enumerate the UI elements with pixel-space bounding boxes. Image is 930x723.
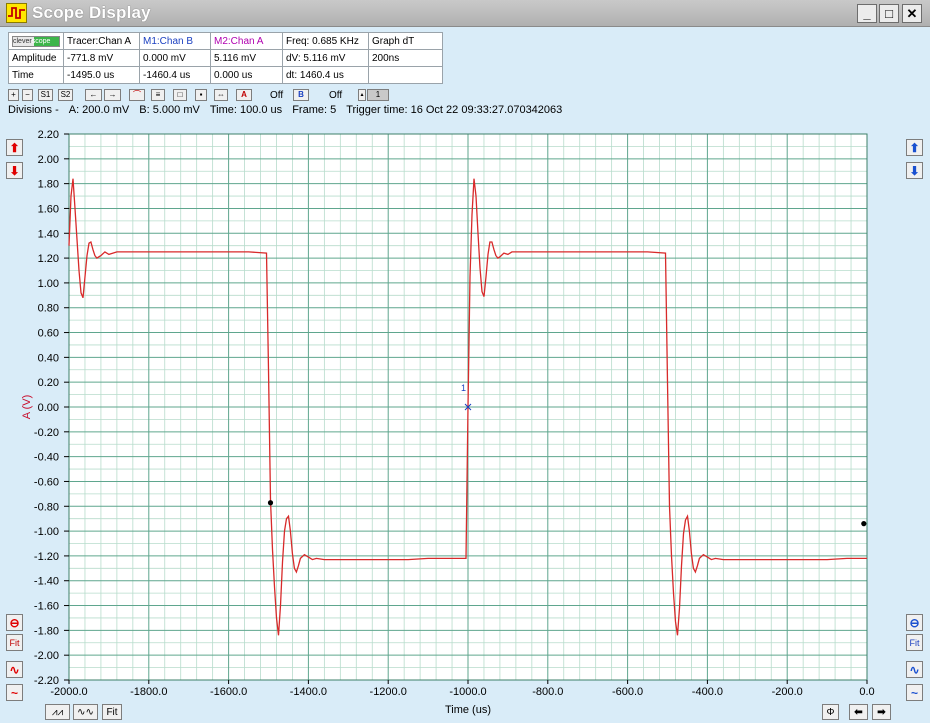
x-axis-ticks: -2000.0 -1800.0 -1600.0 -1400.0 -1200.0 -1000… <box>50 680 875 698</box>
expand-wave-icon[interactable]: ∿∿ <box>73 704 98 720</box>
channel-a-offset-icon[interactable]: ⊖ <box>6 614 23 631</box>
y-tick-label: -0.40 <box>34 452 59 464</box>
y-tick-label: 0.20 <box>38 377 59 389</box>
x-tick-label: -2000.0 <box>50 686 87 698</box>
channel-b-wave-icon[interactable]: ~ <box>906 684 923 701</box>
channel-a-up-arrow-icon[interactable]: ⬆ <box>6 139 23 156</box>
y-tick-label: -0.60 <box>34 476 59 488</box>
x-tick-label: -800.0 <box>532 686 563 698</box>
y-tick-label: -1.40 <box>34 576 59 588</box>
phase-icon[interactable]: Φ <box>822 704 839 720</box>
y-tick-label: -1.60 <box>34 601 59 613</box>
channel-a-sine-icon[interactable]: ∿ <box>6 661 23 678</box>
y-tick-label: -1.80 <box>34 625 59 637</box>
x-tick-label: -600.0 <box>612 686 643 698</box>
x-tick-label: -1800.0 <box>130 686 167 698</box>
channel-a-wave-icon[interactable]: ~ <box>6 684 23 701</box>
fit-bottom-button[interactable]: Fit <box>102 704 122 720</box>
y-tick-label: 2.00 <box>38 154 59 166</box>
y-tick-label: 1.40 <box>38 228 59 240</box>
y-tick-label: 1.20 <box>38 253 59 265</box>
y-tick-label: 0.40 <box>38 352 59 364</box>
x-tick-label: -1200.0 <box>370 686 407 698</box>
x-tick-label: 0.0 <box>859 686 874 698</box>
cursor-marker-dot[interactable] <box>267 500 274 506</box>
y-tick-label: -2.00 <box>34 650 59 662</box>
y-tick-label: 0.60 <box>38 328 59 340</box>
y-tick-label: 0.00 <box>38 402 59 414</box>
y-tick-label: -0.20 <box>34 427 59 439</box>
y-tick-label: 1.60 <box>38 203 59 215</box>
y-axis-label: A (V) <box>21 395 33 419</box>
x-tick-label: -200.0 <box>772 686 803 698</box>
scope-plot[interactable]: 2.20 2.00 1.80 1.60 1.40 1.20 1.00 0.80 0.60 0.40… <box>0 0 930 723</box>
x-tick-label: -1600.0 <box>210 686 247 698</box>
x-tick-label: -1000.0 <box>449 686 486 698</box>
cursor-marker-label: 1 <box>461 383 466 393</box>
y-tick-label: 1.80 <box>38 179 59 191</box>
y-tick-label: 0.80 <box>38 303 59 315</box>
cursor-marker-dot[interactable] <box>861 521 867 527</box>
fit-left-button[interactable]: Fit <box>6 634 23 651</box>
fit-right-button[interactable]: Fit <box>906 634 923 651</box>
y-tick-label: -0.80 <box>34 501 59 513</box>
channel-b-offset-icon[interactable]: ⊖ <box>906 614 923 631</box>
channel-b-down-arrow-icon[interactable]: ⬇ <box>906 162 923 179</box>
x-tick-label: -1400.0 <box>290 686 327 698</box>
x-axis-label: Time (us) <box>445 704 491 716</box>
y-tick-label: 1.00 <box>38 278 59 290</box>
channel-b-sine-icon[interactable]: ∿ <box>906 661 923 678</box>
y-tick-label: -1.20 <box>34 551 59 563</box>
scroll-left-arrow-icon[interactable]: ⬅ <box>849 704 868 720</box>
y-axis-ticks: 2.20 2.00 1.80 1.60 1.40 1.20 1.00 0.80 0.60 0.40… <box>34 129 69 687</box>
compress-wave-icon[interactable]: ⩘⩘ <box>45 704 70 720</box>
x-tick-label: -400.0 <box>692 686 723 698</box>
scroll-right-arrow-icon[interactable]: ➡ <box>872 704 891 720</box>
channel-a-down-arrow-icon[interactable]: ⬇ <box>6 162 23 179</box>
y-tick-label: 2.20 <box>38 129 59 141</box>
y-tick-label: -1.00 <box>34 526 59 538</box>
channel-b-up-arrow-icon[interactable]: ⬆ <box>906 139 923 156</box>
